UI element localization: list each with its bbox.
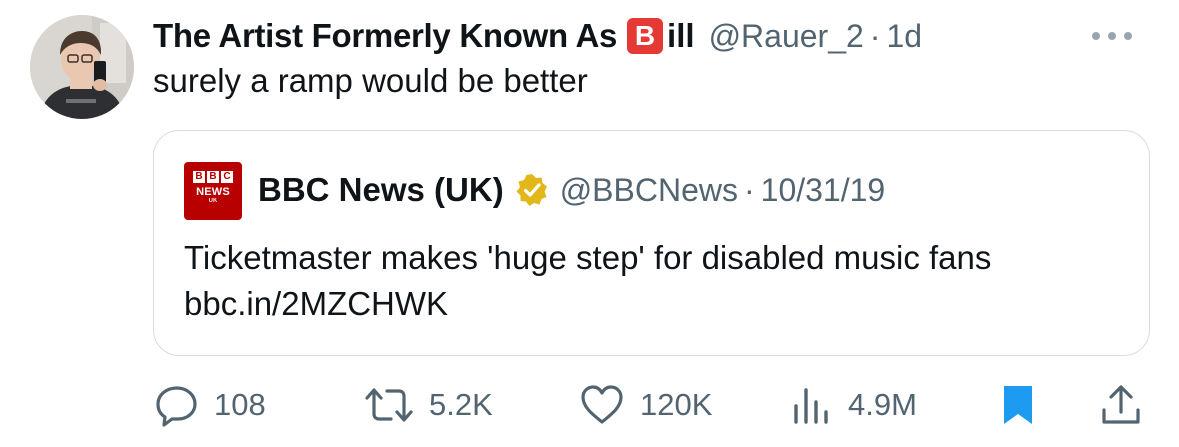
more-options-icon[interactable] bbox=[1092, 28, 1148, 44]
bbc-logo-word: NEWS bbox=[196, 186, 230, 198]
views-count: 4.9M bbox=[848, 387, 917, 422]
views-icon bbox=[794, 388, 828, 424]
quoted-tweet-text: Ticketmaster makes 'huge step' for disab… bbox=[184, 235, 991, 327]
bookmark-icon bbox=[1004, 386, 1032, 424]
bbc-block: B bbox=[207, 171, 219, 183]
avatar-photo bbox=[30, 15, 134, 119]
more-dot bbox=[1124, 32, 1132, 40]
reply-button[interactable]: 108 bbox=[154, 370, 266, 440]
bookmark-button[interactable] bbox=[1000, 370, 1036, 440]
quoted-display-name[interactable]: BBC News (UK) bbox=[258, 171, 504, 209]
timestamp[interactable]: 1d bbox=[886, 18, 922, 55]
bbc-block: B bbox=[193, 171, 205, 183]
bbc-news-logo[interactable]: B B C NEWS UK bbox=[184, 162, 242, 220]
more-dot bbox=[1108, 32, 1116, 40]
heart-icon bbox=[581, 385, 623, 424]
like-button[interactable]: 120K bbox=[578, 370, 712, 440]
share-button[interactable] bbox=[1098, 370, 1144, 440]
separator-dot: · bbox=[869, 17, 881, 54]
quoted-date[interactable]: 10/31/19 bbox=[761, 172, 886, 209]
like-count: 120K bbox=[640, 387, 713, 422]
quoted-handle[interactable]: @BBCNews bbox=[560, 172, 738, 209]
retweet-icon bbox=[365, 388, 413, 422]
quoted-link[interactable]: bbc.in/2MZCHWK bbox=[184, 281, 991, 327]
b-button-emoji: B bbox=[627, 18, 664, 54]
bbc-blocks: B B C bbox=[184, 171, 242, 183]
views-button[interactable]: 4.9M bbox=[790, 370, 917, 440]
display-name[interactable]: The Artist Formerly Known As bbox=[153, 17, 617, 55]
bbc-logo-sub: UK bbox=[208, 198, 218, 204]
share-icon bbox=[1102, 385, 1140, 424]
quoted-tweet[interactable]: B B C NEWS UK BBC News (UK) @BBCNews · 1… bbox=[153, 130, 1150, 356]
retweet-button[interactable]: 5.2K bbox=[363, 370, 493, 440]
quoted-text-line: Ticketmaster makes 'huge step' for disab… bbox=[184, 239, 992, 276]
quoted-tweet-header: BBC News (UK) @BBCNews · 10/31/19 bbox=[258, 167, 885, 213]
action-bar: 108 5.2K 120K 4.9M bbox=[0, 370, 1179, 440]
tweet-header: The Artist Formerly Known As B ill @Raue… bbox=[153, 12, 922, 60]
reply-icon bbox=[156, 386, 197, 427]
separator-dot: · bbox=[743, 171, 755, 208]
verified-gold-badge-icon bbox=[516, 174, 547, 206]
tweet-text: surely a ramp would be better bbox=[153, 62, 588, 99]
display-name-suffix[interactable]: ill bbox=[667, 17, 695, 55]
tweet: The Artist Formerly Known As B ill @Raue… bbox=[0, 0, 1179, 447]
reply-count: 108 bbox=[214, 387, 266, 422]
retweet-count: 5.2K bbox=[429, 387, 493, 422]
handle[interactable]: @Rauer_2 bbox=[709, 18, 864, 55]
more-dot bbox=[1092, 32, 1100, 40]
bbc-block: C bbox=[221, 171, 233, 183]
avatar[interactable] bbox=[30, 15, 134, 119]
